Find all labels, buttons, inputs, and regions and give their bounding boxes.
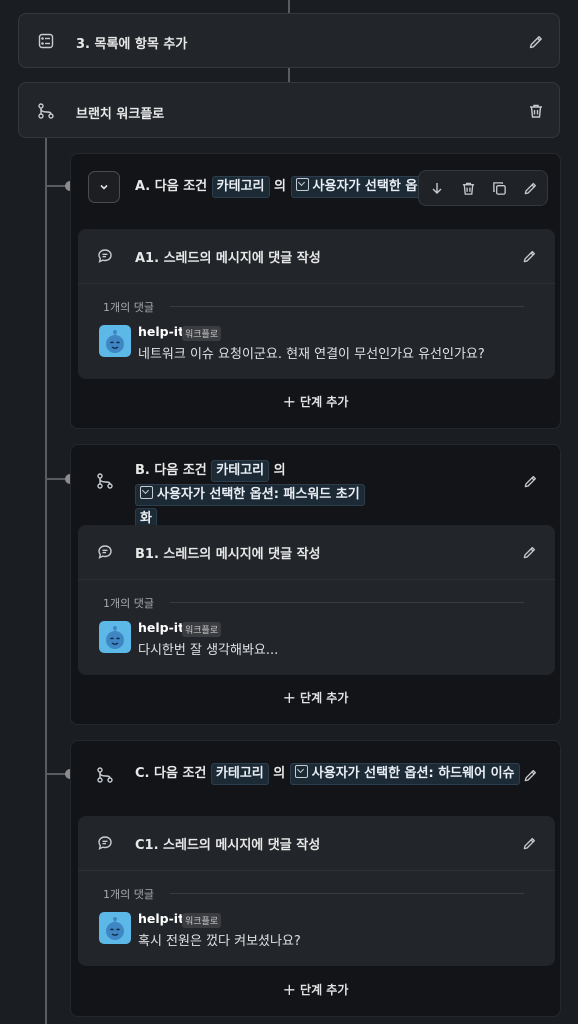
username: help-it: [138, 911, 185, 926]
pencil-icon[interactable]: [520, 471, 540, 491]
avatar: [99, 912, 131, 944]
option-chip: 사용자가 선택한 옵션:: [290, 176, 420, 198]
select-option-icon: [140, 486, 153, 499]
step-title: 3. 목록에 항목 추가: [76, 37, 188, 52]
workflow-tag: 워크플로: [182, 326, 222, 341]
copy-icon[interactable]: [491, 180, 507, 196]
category-chip: 카테고리: [211, 176, 270, 198]
pencil-icon[interactable]: [519, 246, 539, 266]
branch-b: B. 다음 조건 카테고리 의 사용자가 선택한 옵션: 패스워드 초기 화 B…: [70, 444, 561, 725]
collapse-button[interactable]: [88, 171, 120, 203]
comment-bubble-icon: [96, 543, 114, 561]
branch-condition[interactable]: C. 다음 조건 카테고리 의 사용자가 선택한 옵션: 하드웨어 이슈: [135, 762, 520, 786]
add-step-button[interactable]: + 단계 추가: [71, 688, 560, 707]
pencil-icon[interactable]: [519, 542, 539, 562]
divider: [170, 893, 524, 894]
condition-particle: 의: [274, 179, 287, 194]
message-step-title: A1. 스레드의 메시지에 댓글 작성: [135, 251, 321, 266]
add-step-label: 단계 추가: [300, 395, 349, 409]
message-text: 다시한번 잘 생각해봐요...: [138, 643, 279, 658]
message-text: 혹시 전원은 껐다 켜보셨나요?: [138, 934, 301, 949]
list-checklist-icon: [37, 32, 55, 50]
comment-count: 1개의 댓글: [103, 888, 154, 901]
category-chip: 카테고리: [211, 460, 270, 482]
condition-prefix: C. 다음 조건: [135, 766, 207, 781]
option-value: 패스워드 초기: [283, 487, 360, 502]
branch-a: A. 다음 조건 카테고리 의 사용자가 선택한 옵션:: [70, 153, 561, 429]
add-step-label: 단계 추가: [300, 983, 349, 997]
message-step-title: C1. 스레드의 메시지에 댓글 작성: [135, 838, 321, 853]
condition-prefix: A. 다음 조건: [135, 179, 208, 194]
plus-icon: +: [282, 688, 297, 707]
condition-prefix: B. 다음 조건: [135, 463, 207, 478]
option-chip: 사용자가 선택한 옵션: 패스워드 초기: [135, 484, 365, 506]
username: help-it: [138, 324, 185, 339]
step-add-list-item[interactable]: 3. 목록에 항목 추가: [18, 13, 560, 68]
select-option-icon: [295, 178, 309, 191]
comment-count: 1개의 댓글: [103, 301, 154, 314]
comment-bubble-icon: [96, 834, 114, 852]
comment-count: 1개의 댓글: [103, 597, 154, 610]
branch-trunk-line: [45, 137, 47, 1024]
trash-icon[interactable]: [525, 100, 547, 122]
avatar: [99, 621, 131, 653]
add-step-button[interactable]: + 단계 추가: [71, 980, 560, 999]
branch-icon: [36, 101, 56, 121]
workflow-tag: 워크플로: [182, 913, 222, 928]
message-step-card[interactable]: B1. 스레드의 메시지에 댓글 작성 1개의 댓글 help-it 워크플로 …: [78, 525, 555, 675]
select-option-icon: [294, 765, 308, 778]
option-value: 하드웨어 이슈: [438, 766, 515, 781]
pencil-icon[interactable]: [519, 833, 539, 853]
trash-icon[interactable]: [460, 180, 476, 196]
message-step-title: B1. 스레드의 메시지에 댓글 작성: [135, 547, 321, 562]
step-branch-workflow[interactable]: 브랜치 워크플로: [18, 82, 560, 138]
message-text: 네트워크 이슈 요청이군요. 현재 연결이 무선인가요 유선인가요?: [138, 347, 485, 362]
option-label: 사용자가 선택한 옵션:: [157, 487, 279, 502]
connector-step3-branch: [288, 67, 290, 82]
connector-top: [288, 0, 290, 14]
message-step-header: C1. 스레드의 메시지에 댓글 작성: [78, 816, 555, 871]
message-step-card[interactable]: C1. 스레드의 메시지에 댓글 작성 1개의 댓글 help-it 워크플로 …: [78, 816, 555, 966]
comment-bubble-icon: [96, 247, 114, 265]
workflow-tag: 워크플로: [182, 622, 222, 637]
plus-icon: +: [282, 392, 297, 411]
add-step-label: 단계 추가: [300, 691, 349, 705]
condition-particle: 의: [273, 766, 286, 781]
branch-toolbar: [418, 170, 548, 206]
option-label: 사용자가 선택한 옵션:: [311, 766, 434, 781]
message-step-card[interactable]: A1. 스레드의 메시지에 댓글 작성 1개의 댓글 help-it 워크플로 …: [78, 229, 555, 379]
pencil-icon[interactable]: [522, 180, 538, 196]
condition-particle: 의: [273, 463, 286, 478]
divider: [170, 602, 524, 603]
branch-icon: [95, 471, 115, 491]
branch-icon: [95, 765, 115, 785]
category-chip: 카테고리: [210, 763, 269, 785]
username: help-it: [138, 620, 185, 635]
plus-icon: +: [282, 980, 297, 999]
divider: [170, 306, 524, 307]
branch-c: C. 다음 조건 카테고리 의 사용자가 선택한 옵션: 하드웨어 이슈 C1.…: [70, 740, 561, 1017]
branch-condition[interactable]: A. 다음 조건 카테고리 의 사용자가 선택한 옵션:: [135, 175, 420, 199]
message-step-header: A1. 스레드의 메시지에 댓글 작성: [78, 229, 555, 284]
pencil-icon[interactable]: [525, 31, 547, 53]
branch-condition[interactable]: B. 다음 조건 카테고리 의 사용자가 선택한 옵션: 패스워드 초기 화: [135, 459, 505, 531]
step-title: 브랜치 워크플로: [76, 107, 165, 122]
add-step-button[interactable]: + 단계 추가: [71, 392, 560, 411]
arrow-down-icon[interactable]: [429, 180, 445, 196]
avatar: [99, 325, 131, 357]
option-chip: 사용자가 선택한 옵션: 하드웨어 이슈: [289, 763, 520, 785]
pencil-icon[interactable]: [520, 765, 540, 785]
message-step-header: B1. 스레드의 메시지에 댓글 작성: [78, 525, 555, 580]
option-label: 사용자가 선택한 옵션:: [312, 179, 420, 194]
chevron-down-icon: [97, 180, 111, 194]
